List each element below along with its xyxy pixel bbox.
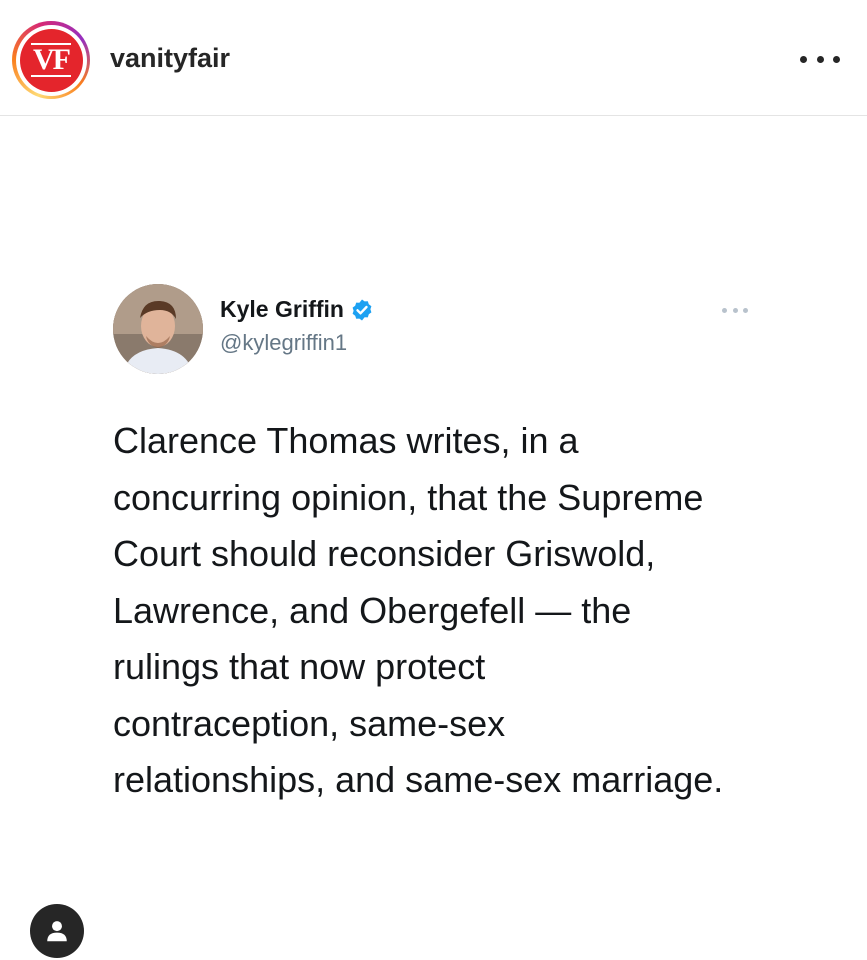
instagram-post: VF vanityfair Kyle Griffin @kylegriffin1… [0,0,867,960]
more-options-icon[interactable] [800,44,840,74]
tweet-text: Clarence Thomas writes, in a concurring … [113,413,803,809]
post-header: VF vanityfair [0,0,867,116]
tweet-author-name[interactable]: Kyle Griffin [220,296,374,323]
tweet-more-icon[interactable] [722,304,748,316]
tweet-text-line: Lawrence, and Obergefell — the [113,589,632,631]
verified-badge-icon [352,299,372,320]
tweet-text-line: concurring opinion, that the Supreme [113,476,704,518]
tweet-text-line: relationships, and same-sex marriage. [113,759,724,800]
user-tag-icon[interactable] [30,904,84,958]
tweet-text-line: Court should reconsider Griswold, [113,533,656,574]
vanity-fair-logo: VF [19,28,83,92]
person-icon [47,921,67,942]
tweet-author-handle[interactable]: @kylegriffin1 [220,330,347,356]
person-photo [113,284,203,374]
tweet-author-avatar [113,284,203,374]
tweet-text-line: rulings that now protect [113,646,486,687]
account-avatar[interactable]: VF [12,21,90,99]
tweet-text-line: Clarence Thomas writes, in a [113,420,579,461]
account-name[interactable]: vanityfair [110,43,230,74]
tweet-text-line: contraception, same-sex [113,702,506,744]
